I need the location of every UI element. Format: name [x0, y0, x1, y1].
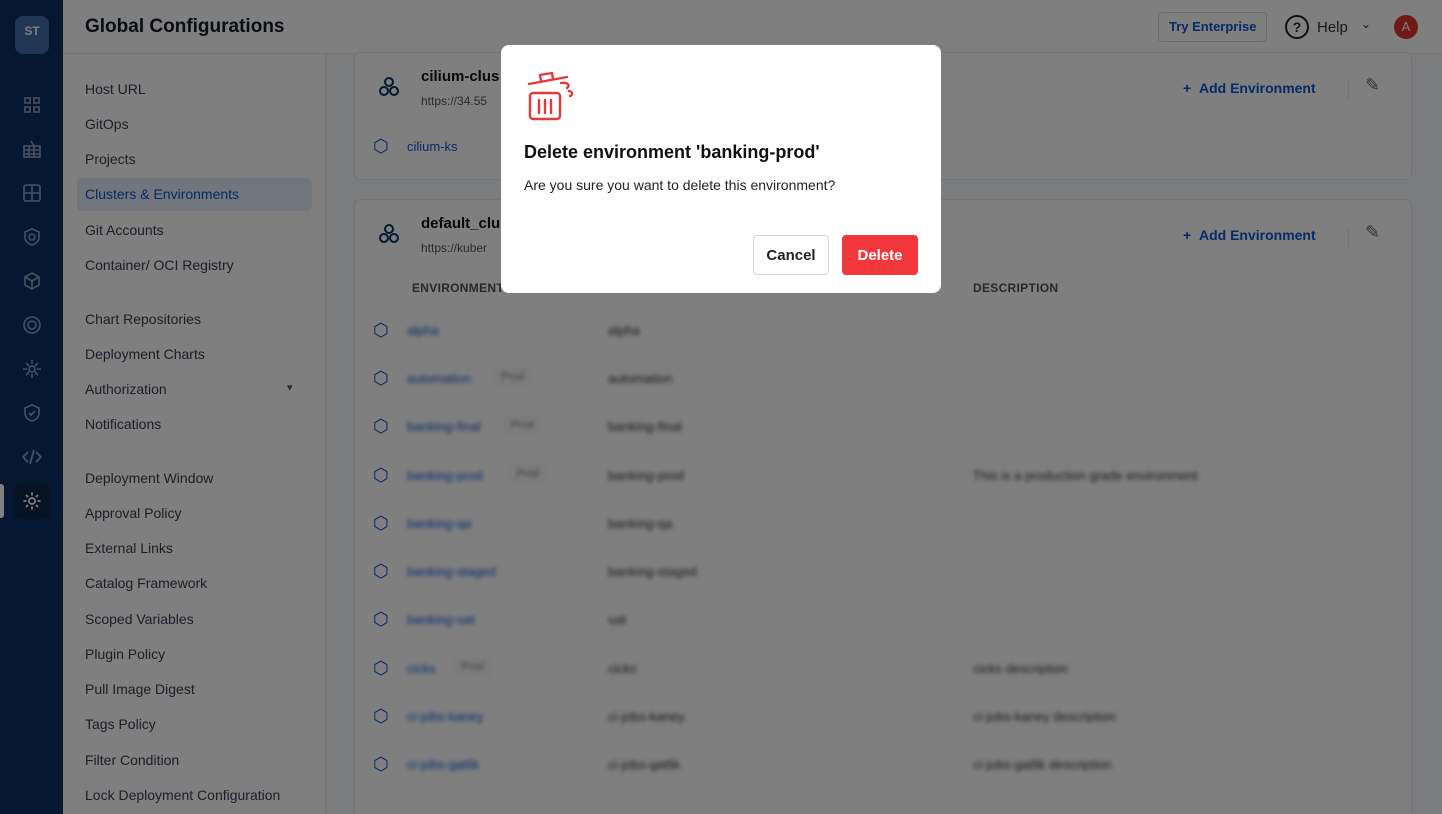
cancel-button[interactable]: Cancel	[753, 235, 829, 275]
trash-icon	[527, 71, 574, 121]
delete-confirmation-dialog: Delete environment 'banking-prod' Are yo…	[501, 45, 941, 293]
dialog-title: Delete environment 'banking-prod'	[524, 142, 820, 162]
dialog-message: Are you sure you want to delete this env…	[524, 177, 836, 193]
delete-button[interactable]: Delete	[842, 235, 918, 275]
